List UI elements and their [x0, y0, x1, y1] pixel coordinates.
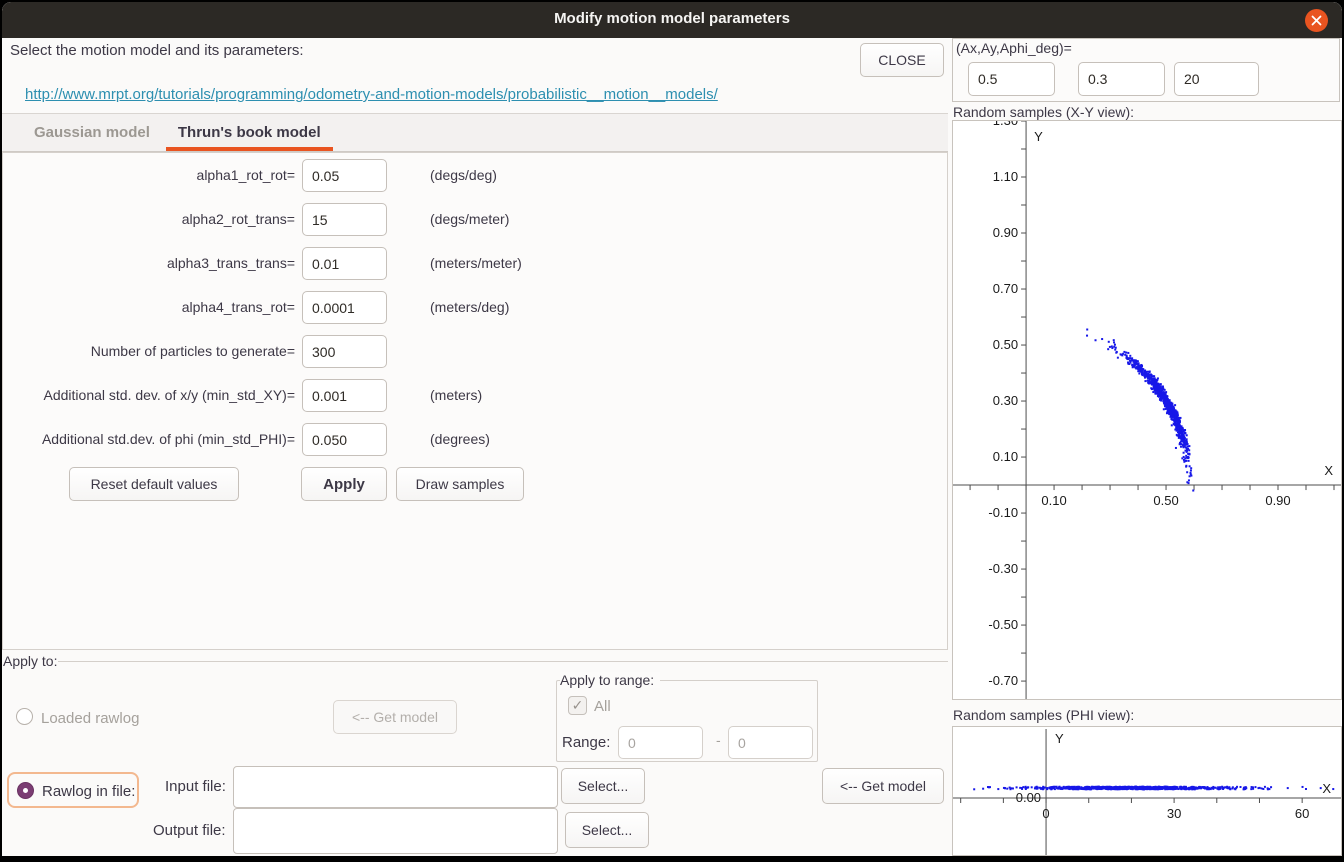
svg-text:Y: Y [1055, 731, 1064, 746]
xy-plot[interactable]: 0.10 0.50 0.90 1.30 1.10 0.90 0.70 0.50 0.30 0.10… [952, 120, 1342, 700]
alpha2-label: alpha2_rot_trans= [182, 211, 295, 227]
svg-text:60: 60 [1295, 806, 1309, 821]
param-row-alpha3: alpha3_trans_trans= (meters/meter) [2, 247, 948, 280]
svg-text:0.90: 0.90 [993, 225, 1018, 240]
minstdxy-label: Additional std. dev. of x/y (min_std_XY)… [44, 387, 295, 403]
param-row-alpha1: alpha1_rot_rot= (degs/deg) [2, 159, 948, 192]
draw-samples-button[interactable]: Draw samples [396, 467, 524, 501]
dialog-window: Modify motion model parameters Select th… [2, 2, 1342, 856]
tab-gaussian-model[interactable]: Gaussian model [20, 114, 164, 151]
all-checkbox-label: All [594, 698, 611, 715]
alpha4-input[interactable] [302, 291, 387, 324]
param-row-alpha2: alpha2_rot_trans= (degs/meter) [2, 203, 948, 236]
reset-defaults-button[interactable]: Reset default values [69, 467, 239, 501]
range-from-input[interactable] [618, 726, 703, 759]
svg-text:1.30: 1.30 [993, 121, 1018, 128]
particles-label: Number of particles to generate= [91, 343, 295, 359]
minstdphi-unit: (degrees) [430, 431, 490, 447]
xy-plot-canvas: 0.10 0.50 0.90 1.30 1.10 0.90 0.70 0.50 0.30 0.10… [953, 121, 1341, 699]
minstdxy-input[interactable] [302, 379, 387, 412]
tab-thruns-label: Thrun's book model [178, 124, 321, 141]
get-model-bottom-button[interactable]: <-- Get model [822, 768, 944, 804]
alpha3-label: alpha3_trans_trans= [167, 255, 295, 271]
intro-label: Select the motion model and its paramete… [10, 42, 303, 59]
alpha3-input[interactable] [302, 247, 387, 280]
active-tab-underline [166, 147, 333, 151]
select-input-file-button[interactable]: Select... [561, 768, 645, 804]
window-title: Modify motion model parameters [2, 10, 1342, 27]
svg-text:-0.70: -0.70 [988, 673, 1018, 688]
close-icon [1311, 15, 1322, 26]
param-row-particles: Number of particles to generate= [2, 335, 948, 368]
alpha1-label: alpha1_rot_rot= [197, 167, 295, 183]
phi-plot-title: Random samples (PHI view): [953, 707, 1134, 723]
apply-to-legend: Apply to: [3, 653, 57, 669]
select-output-file-button[interactable]: Select... [565, 812, 649, 848]
alpha1-unit: (degs/deg) [430, 167, 497, 183]
minstdxy-unit: (meters) [430, 387, 482, 403]
svg-text:1.10: 1.10 [993, 169, 1018, 184]
svg-text:0.90: 0.90 [1265, 493, 1290, 508]
apply-to-range-legend: Apply to range: [560, 672, 660, 688]
delta-label: (Ax,Ay,Aphi_deg)= [956, 40, 1072, 56]
svg-text:-0.50: -0.50 [988, 617, 1018, 632]
output-file-label: Output file: [153, 822, 226, 839]
alpha4-label: alpha4_trans_rot= [182, 299, 295, 315]
apply-button[interactable]: Apply [301, 467, 387, 501]
svg-text:-0.30: -0.30 [988, 561, 1018, 576]
svg-text:0.10: 0.10 [1041, 493, 1066, 508]
minstdphi-label: Additional std.dev. of phi (min_std_PHI)… [42, 431, 295, 447]
particles-input[interactable] [302, 335, 387, 368]
svg-text:X: X [1324, 463, 1333, 478]
range-dash: - [716, 732, 721, 748]
tab-thruns-book-model[interactable]: Thrun's book model [164, 114, 335, 151]
param-row-alpha4: alpha4_trans_rot= (meters/deg) [2, 291, 948, 324]
svg-text:0.30: 0.30 [993, 393, 1018, 408]
alpha1-input[interactable] [302, 159, 387, 192]
svg-text:0.00: 0.00 [1016, 790, 1041, 805]
tutorial-link[interactable]: http://www.mrpt.org/tutorials/programmin… [25, 86, 718, 103]
loaded-rawlog-radio[interactable] [16, 708, 33, 725]
svg-text:0.50: 0.50 [1153, 493, 1178, 508]
rawlog-in-file-radio[interactable] [17, 782, 34, 799]
output-file-field[interactable] [233, 808, 558, 854]
rawlog-in-file-label: Rawlog in file: [42, 783, 135, 800]
phi-plot[interactable]: 0 30 60 0.00 Y X [952, 726, 1342, 856]
input-file-label: Input file: [165, 778, 226, 795]
all-checkbox[interactable]: ✓ [568, 696, 587, 715]
phi-plot-canvas: 0 30 60 0.00 Y X [953, 727, 1341, 855]
window-close-button[interactable] [1305, 9, 1328, 32]
svg-text:0.50: 0.50 [993, 337, 1018, 352]
minstdphi-input[interactable] [302, 423, 387, 456]
param-row-minstdxy: Additional std. dev. of x/y (min_std_XY)… [2, 379, 948, 412]
close-dialog-button[interactable]: CLOSE [860, 43, 944, 77]
apply-to-divider [58, 661, 948, 662]
aphi-input[interactable] [1174, 62, 1259, 96]
tab-bar: Gaussian model Thrun's book model [2, 113, 948, 152]
alpha3-unit: (meters/meter) [430, 255, 522, 271]
ay-input[interactable] [1078, 62, 1165, 96]
input-file-field[interactable] [233, 766, 558, 808]
svg-text:0.10: 0.10 [993, 449, 1018, 464]
xy-plot-title: Random samples (X-Y view): [953, 104, 1134, 120]
svg-text:X: X [1322, 781, 1331, 796]
ax-input[interactable] [968, 62, 1055, 96]
alpha2-unit: (degs/meter) [430, 211, 509, 227]
loaded-rawlog-label: Loaded rawlog [41, 710, 139, 727]
svg-text:Y: Y [1034, 129, 1043, 144]
range-label: Range: [562, 734, 610, 751]
alpha2-input[interactable] [302, 203, 387, 236]
svg-text:-0.10: -0.10 [988, 505, 1018, 520]
svg-text:0.70: 0.70 [993, 281, 1018, 296]
title-bar[interactable]: Modify motion model parameters [2, 2, 1342, 38]
get-model-top-button[interactable]: <-- Get model [333, 700, 457, 734]
param-row-minstdphi: Additional std.dev. of phi (min_std_PHI)… [2, 423, 948, 456]
alpha4-unit: (meters/deg) [430, 299, 509, 315]
range-to-input[interactable] [728, 726, 813, 759]
svg-text:0: 0 [1042, 806, 1049, 821]
svg-text:30: 30 [1167, 806, 1181, 821]
